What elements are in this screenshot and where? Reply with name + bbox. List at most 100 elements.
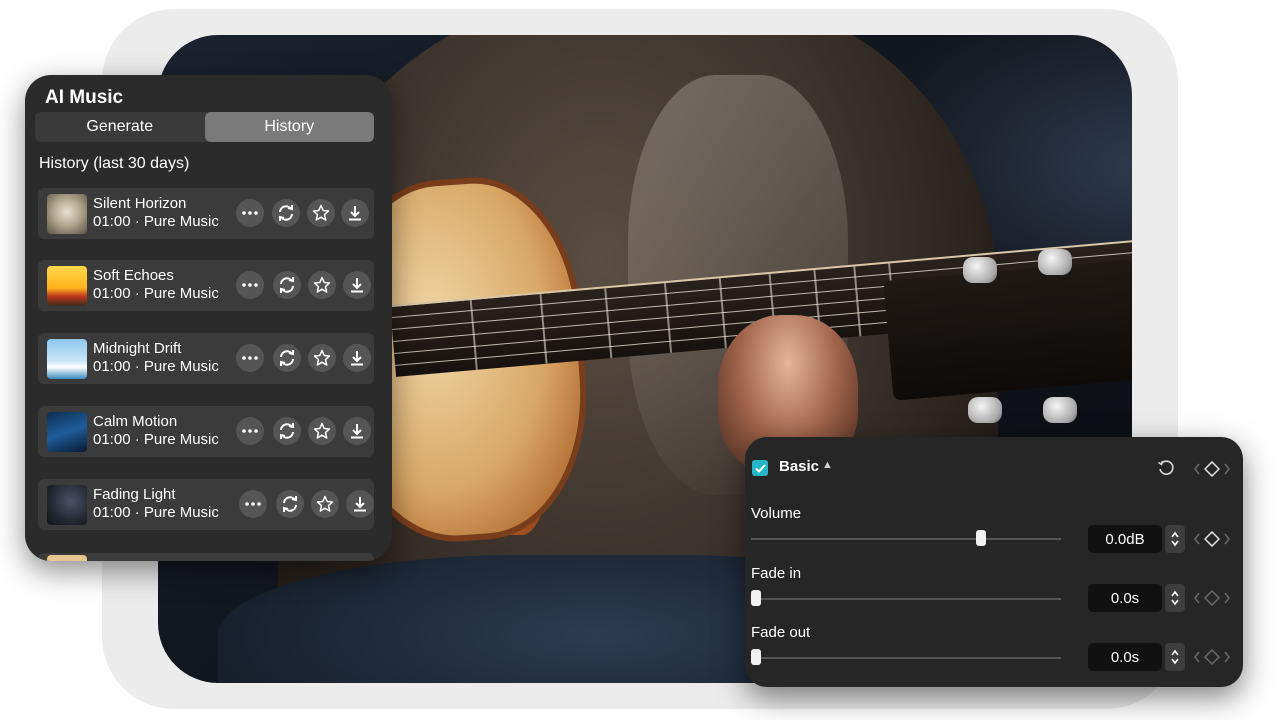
more-button[interactable] (236, 199, 264, 227)
track-row[interactable]: Calm Motion 01:00 · Pure Music (38, 406, 374, 457)
download-button[interactable] (346, 490, 374, 518)
track-thumbnail (47, 485, 87, 525)
basic-enable-checkbox[interactable] (752, 460, 768, 476)
stepper-arrows-icon (1171, 649, 1179, 665)
stepper-arrows-icon (1171, 531, 1179, 547)
stepper-arrows-icon (1171, 590, 1179, 606)
value-stepper[interactable] (1165, 525, 1185, 553)
track-meta: 01:00 · Pure Music (93, 213, 219, 230)
track-meta: 01:00 · Pure Music (93, 504, 219, 521)
download-button[interactable] (343, 271, 371, 299)
history-heading: History (last 30 days) (39, 155, 190, 172)
regenerate-button[interactable] (273, 344, 301, 372)
track-meta: 01:00 · Pure Music (93, 285, 219, 302)
track-thumbnail (47, 339, 87, 379)
param-value-input[interactable]: 0.0s (1088, 643, 1162, 671)
keyframe-diamond-icon[interactable] (1204, 590, 1220, 606)
keyframe-controls (1193, 531, 1231, 547)
keyframe-controls (1193, 590, 1231, 606)
param-slider[interactable] (751, 530, 1061, 546)
download-icon (347, 205, 363, 221)
more-button[interactable] (236, 417, 264, 445)
regenerate-icon (277, 204, 295, 222)
track-thumbnail (47, 194, 87, 234)
track-name: Calm Motion (93, 413, 178, 430)
more-icon (245, 502, 261, 506)
star-button[interactable] (308, 417, 336, 445)
param-value-input[interactable]: 0.0s (1088, 584, 1162, 612)
param-label: Volume (751, 505, 802, 522)
slider-handle[interactable] (976, 530, 986, 546)
star-icon (312, 204, 330, 222)
star-icon (313, 422, 331, 440)
param-slider[interactable] (751, 649, 1061, 665)
basic-audio-panel: Basic ▲ Volume 0.0dB Fade in 0.0s Fade out 0.… (745, 437, 1243, 687)
chevron-left-icon[interactable] (1193, 533, 1201, 545)
download-button[interactable] (341, 199, 369, 227)
more-button[interactable] (239, 490, 267, 518)
regenerate-icon (278, 276, 296, 294)
track-row[interactable]: Midnight Drift 01:00 · Pure Music (38, 333, 374, 384)
value-stepper[interactable] (1165, 643, 1185, 671)
keyframe-diamond-icon[interactable] (1204, 649, 1220, 665)
param-slider[interactable] (751, 590, 1061, 606)
keyframe-diamond-icon[interactable] (1204, 461, 1220, 477)
regenerate-icon (278, 349, 296, 367)
track-meta: 01:00 · Pure Music (93, 431, 219, 448)
star-icon (313, 349, 331, 367)
regenerate-button[interactable] (276, 490, 304, 518)
regenerate-icon (278, 422, 296, 440)
download-icon (352, 496, 368, 512)
regenerate-button[interactable] (273, 417, 301, 445)
slider-handle[interactable] (751, 649, 761, 665)
chevron-right-icon[interactable] (1223, 463, 1231, 475)
more-button[interactable] (236, 344, 264, 372)
tab-bar: Generate History (35, 112, 374, 142)
track-name: Fading Light (93, 486, 176, 503)
track-meta: 01:00 · Pure Music (93, 358, 219, 375)
more-icon (242, 211, 258, 215)
keyframe-diamond-icon[interactable] (1204, 531, 1220, 547)
track-row[interactable]: Soft Echoes 01:00 · Pure Music (38, 260, 374, 311)
download-button[interactable] (343, 344, 371, 372)
param-value-input[interactable]: 0.0dB (1088, 525, 1162, 553)
regenerate-button[interactable] (273, 271, 301, 299)
chevron-left-icon[interactable] (1193, 651, 1201, 663)
download-icon (349, 350, 365, 366)
param-label: Fade out (751, 624, 811, 641)
more-icon (242, 429, 258, 433)
track-name: Silent Horizon (93, 195, 187, 212)
param-label: Fade in (751, 565, 802, 582)
keyframe-controls (1193, 461, 1231, 477)
list-item-partial (38, 553, 374, 561)
star-button[interactable] (308, 271, 336, 299)
regenerate-button[interactable] (272, 199, 300, 227)
caret-up-icon[interactable]: ▲ (822, 459, 833, 471)
chevron-left-icon[interactable] (1193, 592, 1201, 604)
tab-generate[interactable]: Generate (35, 112, 205, 142)
chevron-left-icon[interactable] (1193, 463, 1201, 475)
chevron-right-icon[interactable] (1223, 651, 1231, 663)
track-row[interactable]: Silent Horizon 01:00 · Pure Music (38, 188, 374, 239)
star-button[interactable] (307, 199, 335, 227)
star-button[interactable] (311, 490, 339, 518)
star-button[interactable] (308, 344, 336, 372)
value-stepper[interactable] (1165, 584, 1185, 612)
slider-handle[interactable] (751, 590, 761, 606)
reset-icon[interactable] (1157, 459, 1175, 477)
track-thumbnail (47, 266, 87, 306)
download-button[interactable] (343, 417, 371, 445)
more-button[interactable] (236, 271, 264, 299)
track-row[interactable]: Fading Light 01:00 · Pure Music (38, 479, 374, 530)
download-icon (349, 423, 365, 439)
guitar-headstock (883, 259, 1132, 401)
tab-history[interactable]: History (204, 112, 374, 142)
section-title: Basic (779, 458, 820, 475)
track-thumbnail (47, 412, 87, 452)
regenerate-icon (281, 495, 299, 513)
chevron-right-icon[interactable] (1223, 592, 1231, 604)
chevron-right-icon[interactable] (1223, 533, 1231, 545)
more-icon (242, 356, 258, 360)
track-name: Midnight Drift (93, 340, 182, 357)
more-icon (242, 283, 258, 287)
